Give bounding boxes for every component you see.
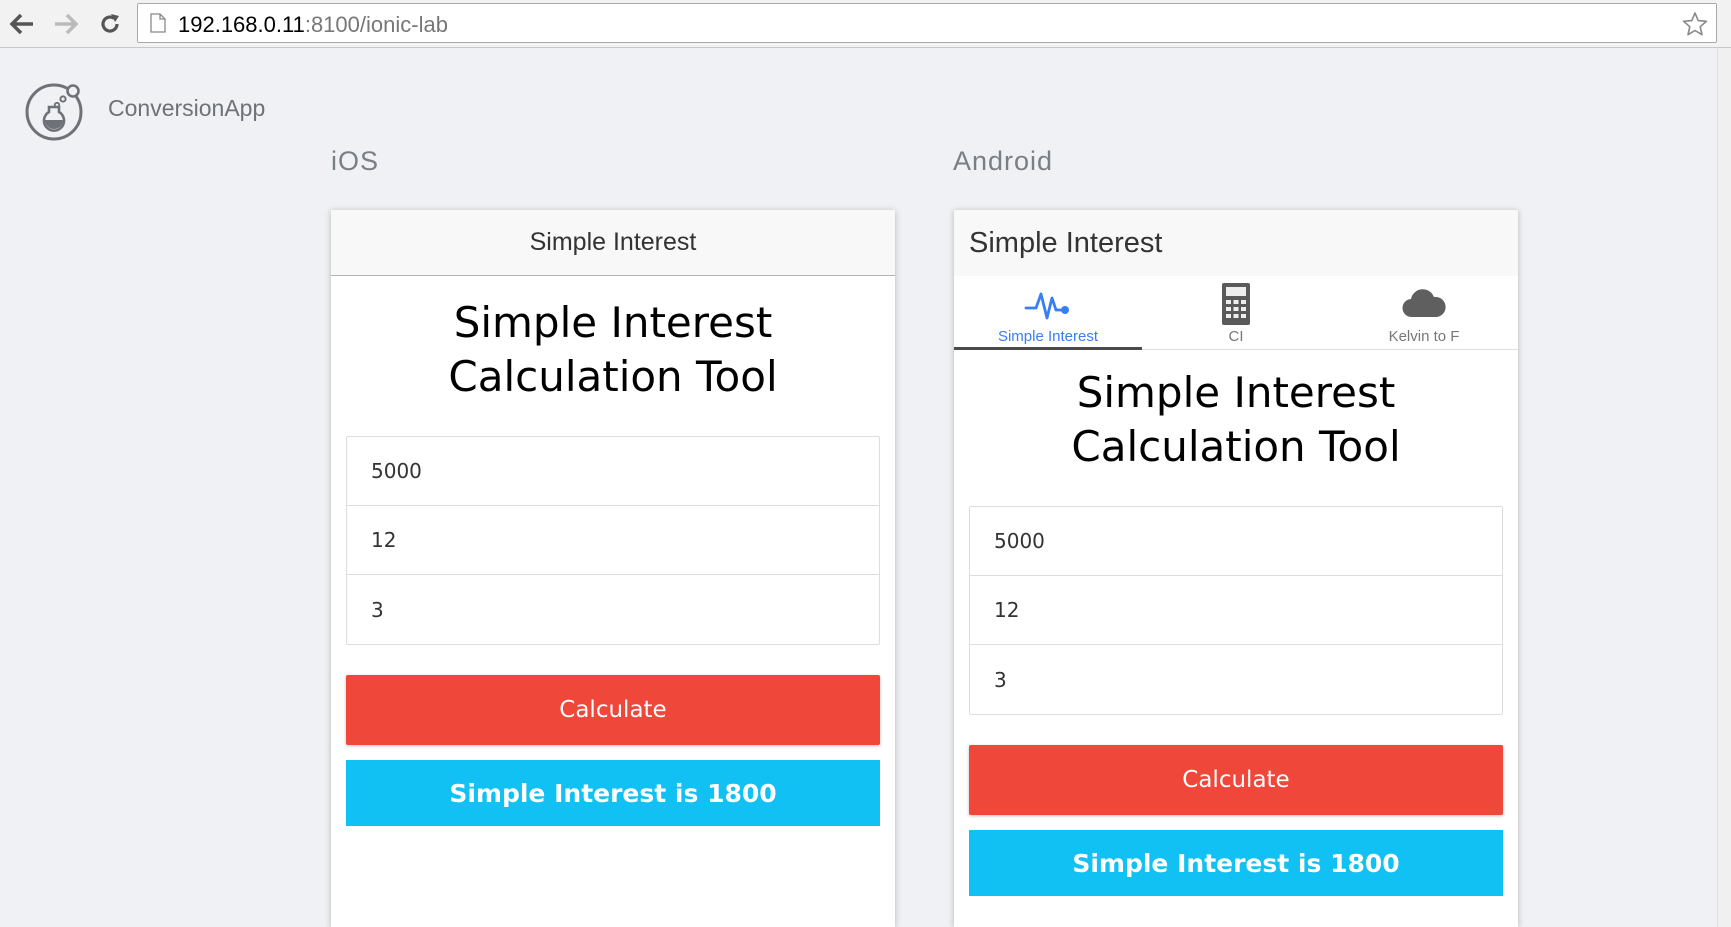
result-banner: Simple Interest is 1800 <box>346 760 880 826</box>
ios-toolbar-title: Simple Interest <box>331 210 895 276</box>
ios-page-heading: Simple Interest Calculation Tool <box>448 298 778 401</box>
calculate-button[interactable]: Calculate <box>346 675 880 745</box>
rate-input[interactable]: 12 <box>347 506 879 575</box>
time-input[interactable]: 3 <box>970 645 1502 714</box>
forward-button[interactable] <box>50 8 82 40</box>
time-input[interactable]: 3 <box>347 575 879 644</box>
calculate-button[interactable]: Calculate <box>969 745 1503 815</box>
app-name: ConversionApp <box>108 95 266 121</box>
rate-input[interactable]: 12 <box>970 576 1502 645</box>
pulse-icon <box>1024 292 1069 320</box>
tab-label: Kelvin to F <box>1388 328 1460 345</box>
tab-kelvin-to-f[interactable]: Kelvin to F <box>1330 276 1518 349</box>
android-page-heading: Simple Interest Calculation Tool <box>1071 368 1401 471</box>
url-text: 192.168.0.11:8100/ionic-lab <box>178 12 448 37</box>
page-icon <box>150 13 166 33</box>
bookmark-star-icon[interactable] <box>1682 11 1708 37</box>
tab-ci[interactable]: CI <box>1142 276 1330 349</box>
android-input-list: 5000 12 3 <box>969 506 1503 715</box>
forward-arrow-icon <box>55 13 79 35</box>
reload-button[interactable] <box>94 8 126 40</box>
tab-label: CI <box>1228 328 1244 345</box>
platform-label-android: Android <box>953 146 1054 176</box>
page-scrollbar[interactable] <box>1717 48 1731 927</box>
android-device-frame: Simple Interest Simple Interest CI Kelvi… <box>954 210 1518 927</box>
principal-input[interactable]: 5000 <box>970 507 1502 576</box>
address-bar[interactable]: 192.168.0.11:8100/ionic-lab <box>137 3 1717 43</box>
ios-input-list: 5000 12 3 <box>346 436 880 645</box>
reload-icon <box>101 14 119 33</box>
ios-device-frame: Simple Interest Simple Interest Calculat… <box>331 210 895 927</box>
platform-label-ios: iOS <box>331 146 380 176</box>
tab-label: Simple Interest <box>997 328 1099 345</box>
calculator-icon <box>1222 283 1250 325</box>
browser-toolbar: 192.168.0.11:8100/ionic-lab <box>0 0 1731 48</box>
cloud-icon <box>1402 289 1446 318</box>
ionic-lab-logo-icon <box>25 83 83 141</box>
android-tab-bar: Simple Interest CI Kelvin to F <box>954 276 1518 350</box>
back-arrow-icon <box>9 13 33 35</box>
result-banner: Simple Interest is 1800 <box>969 830 1503 896</box>
android-toolbar-title: Simple Interest <box>954 210 1518 276</box>
principal-input[interactable]: 5000 <box>347 437 879 506</box>
back-button[interactable] <box>6 8 38 40</box>
tab-simple-interest[interactable]: Simple Interest <box>954 276 1142 350</box>
